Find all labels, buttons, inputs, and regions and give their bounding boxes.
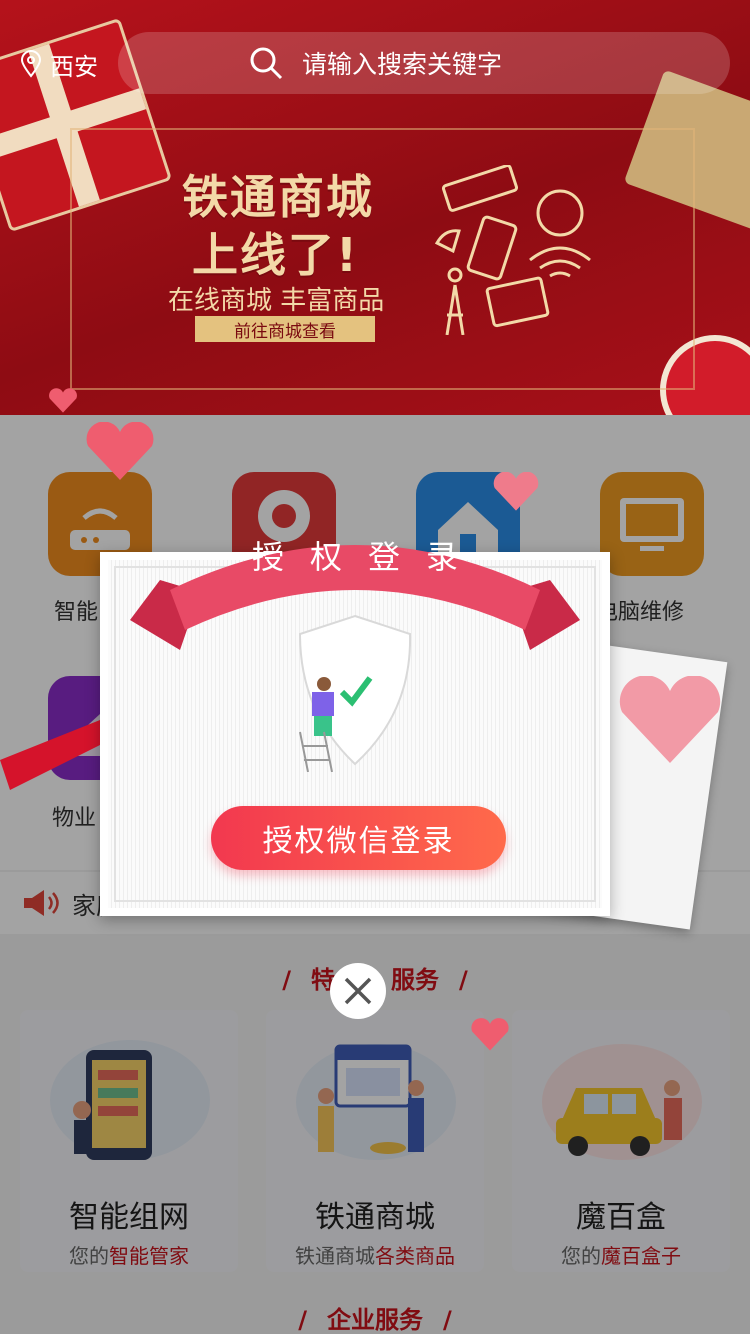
heart-decoration-top-right xyxy=(493,472,539,511)
heart-decoration xyxy=(86,422,154,480)
heart-decoration-card xyxy=(471,1018,509,1051)
location-pin-icon xyxy=(20,50,42,78)
heart-decoration-big xyxy=(619,676,721,763)
location-label: 西安 xyxy=(50,52,98,81)
shield-check-illustration xyxy=(298,614,412,772)
search-input[interactable]: 请输入搜索关键字 xyxy=(118,32,730,94)
banner-title: 铁通商城 上线了! xyxy=(182,170,374,282)
ribbon-decoration xyxy=(0,720,110,790)
search-icon xyxy=(250,47,283,80)
heart-decoration-small xyxy=(49,388,77,413)
banner-subtitle: 在线商城 丰富商品 xyxy=(168,286,385,316)
promo-banner[interactable]: 铁通商城 上线了! 在线商城 丰富商品 前往商城查看 西安 请输入搜索关键字 xyxy=(0,0,750,415)
devices-illustration-icon xyxy=(434,165,591,335)
wechat-login-button[interactable]: 授权微信登录 xyxy=(211,806,506,870)
banner-cta-button[interactable]: 前往商城查看 xyxy=(195,316,375,342)
location-selector[interactable]: 西安 xyxy=(20,46,98,82)
close-modal-button[interactable] xyxy=(330,963,386,1019)
search-placeholder: 请输入搜索关键字 xyxy=(302,50,503,79)
close-icon xyxy=(344,977,372,1005)
modal-ribbon-title: 授权登录 xyxy=(251,538,484,576)
